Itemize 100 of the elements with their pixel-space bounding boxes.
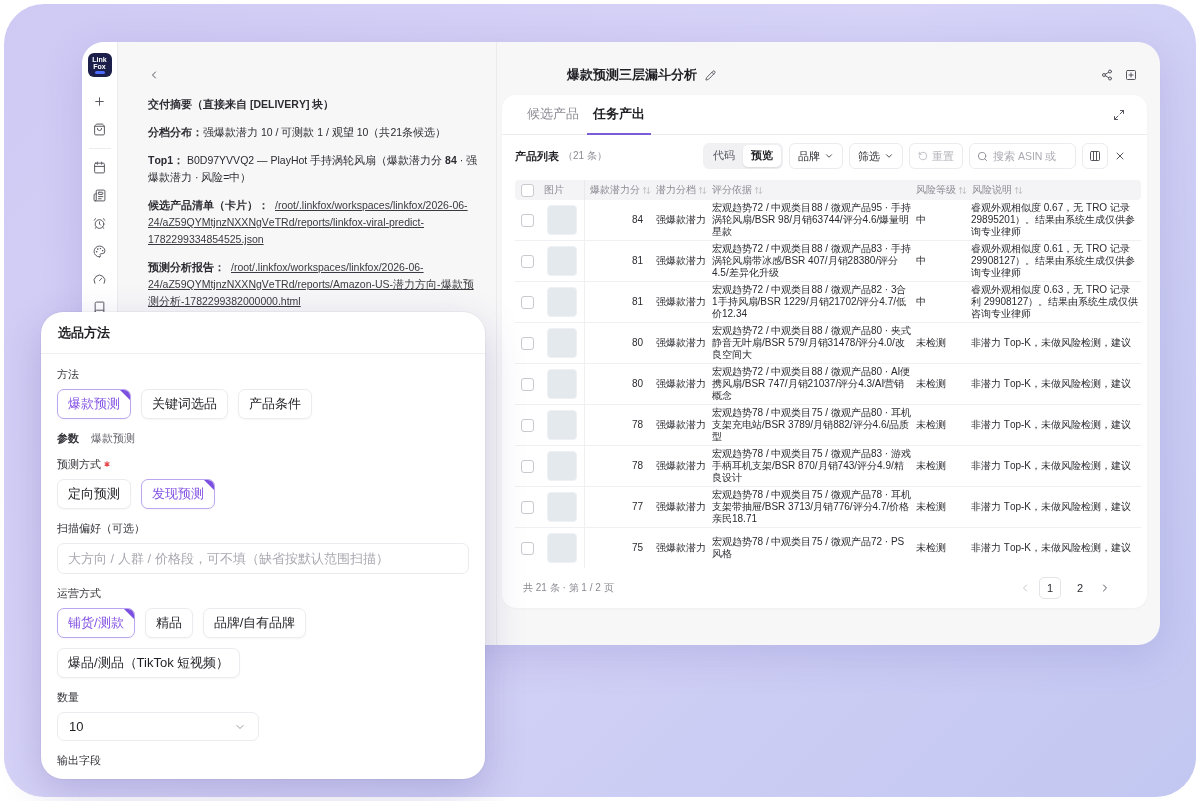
table-cell-text: 78: [630, 419, 644, 431]
option-chip[interactable]: 铺货/测款: [57, 608, 135, 638]
photo-placeholder: [546, 369, 577, 399]
table-cell-text: 宏观趋势72 / 中观类目88 / 微观产品80 · 夹式静音无叶扇/BSR 579/月销31478/评分4.0/改良空间大: [711, 325, 911, 361]
palette-icon[interactable]: [93, 244, 106, 258]
corner-mark-icon: [123, 609, 134, 619]
quantity-select[interactable]: 10: [57, 712, 259, 741]
corner-mark-icon: [204, 480, 214, 490]
gauge-icon[interactable]: [93, 272, 106, 286]
summary-text: 分档分布：强爆款潜力 10 / 可测款 1 / 观望 10（共21条候选）: [148, 125, 448, 140]
field-label: 运营方式: [57, 585, 101, 601]
table-cell-text: 非潜力 Top-K，未做风险检测，建议: [970, 419, 1132, 431]
shopping-bag-icon[interactable]: [93, 122, 106, 136]
columns-button[interactable]: [1082, 143, 1108, 169]
option-chip[interactable]: 爆品/测品（TikTok 短视频）: [57, 648, 241, 678]
search-field[interactable]: 搜索 ASIN 或: [969, 143, 1076, 169]
checkbox[interactable]: [520, 295, 534, 309]
photo-placeholder: [546, 410, 577, 440]
table-cell-text: 宏观趋势72 / 中观类目88 / 微观产品83 · 手持涡轮风扇带冰感/BSR 407/月销28380/评分4.5/差异化升级: [711, 243, 911, 279]
filter-dropdown[interactable]: 筛选: [849, 143, 903, 169]
photo-placeholder: [546, 246, 577, 276]
photo-placeholder: [546, 533, 577, 563]
table-cell-text: 非潜力 Top-K，未做风险检测，建议: [970, 501, 1132, 513]
checkbox[interactable]: [520, 459, 534, 473]
table-cell-text: 宏观趋势72 / 中观类目88 / 微观产品95 · 手持涡轮风扇/BSR 98/月销63744/评分4.6/爆量明星款: [711, 202, 911, 238]
table-cell-text: 84: [630, 214, 644, 226]
view-mode-tab[interactable]: 预览: [743, 145, 781, 167]
table-cell-text: 强爆款潜力: [655, 214, 707, 226]
table-cell-text: 中: [915, 214, 927, 226]
calendar-icon[interactable]: [93, 160, 106, 174]
pencil-icon[interactable]: [705, 69, 716, 81]
chevron-down-icon: [884, 151, 894, 161]
table-cell-text: 宏观趋势78 / 中观类目75 / 微观产品83 · 游戏手柄耳机支架/BSR 870/月销743/评分4.9/精良设计: [711, 448, 911, 484]
checkbox[interactable]: [520, 418, 534, 432]
checkbox[interactable]: [520, 254, 534, 268]
option-chip[interactable]: 品牌/自有品牌: [202, 608, 307, 638]
up-down-arrows-icon[interactable]: [698, 185, 707, 195]
table-cell-text: 宏观趋势72 / 中观类目88 / 微观产品80 · AI便携风扇/BSR 747/月销21037/评分4.3/AI营销概念: [711, 366, 911, 402]
table-cell-text: 未检测: [915, 501, 947, 513]
table-cell-text: 强爆款潜力: [655, 378, 707, 390]
square-plus-icon[interactable]: [1125, 69, 1137, 81]
field-label: 扫描偏好（可选）: [57, 520, 145, 536]
photo-placeholder: [546, 205, 577, 235]
page-title: 爆款预测三层漏斗分析: [567, 66, 697, 84]
option-chip[interactable]: 爆款预测: [57, 389, 131, 419]
book-icon[interactable]: [93, 300, 106, 314]
table-cell-text: 非潜力 Top-K，未做风险检测，建议: [970, 378, 1132, 390]
close-icon[interactable]: [1114, 150, 1126, 162]
table-cell-text: 未检测: [915, 337, 947, 349]
field-label: 数量: [57, 689, 79, 705]
up-down-arrows-icon[interactable]: [1014, 185, 1023, 195]
filter-dropdown[interactable]: 品牌: [789, 143, 843, 169]
table-cell-text: 81: [630, 296, 644, 308]
table-cell-text: 强爆款潜力: [655, 296, 707, 308]
table-cell-text: 77: [630, 501, 644, 513]
expand-icon[interactable]: [1113, 108, 1125, 121]
plus-icon[interactable]: [93, 94, 106, 108]
option-chip[interactable]: 产品条件: [238, 389, 312, 419]
option-chip[interactable]: 发现预测: [141, 479, 215, 509]
panel-title: 选品方法: [58, 323, 110, 342]
tab[interactable]: 候选产品: [521, 95, 585, 135]
page-button[interactable]: 1: [1039, 577, 1061, 599]
tab[interactable]: 任务产出: [587, 95, 651, 135]
field-label: 预测方式: [57, 456, 101, 472]
table-cell-text: 宏观趋势78 / 中观类目75 / 微观产品72 · PS风格: [711, 536, 906, 560]
search-icon: [977, 150, 988, 162]
table-cell-text: 非潜力 Top-K，未做风险检测，建议: [970, 460, 1132, 472]
page-summary: 共 21 条 · 第 1 / 2 页: [523, 581, 614, 595]
up-down-arrows-icon[interactable]: [642, 185, 651, 195]
newspaper-icon[interactable]: [93, 188, 106, 202]
option-chip[interactable]: 关键词选品: [141, 389, 228, 419]
checkbox[interactable]: [520, 213, 534, 227]
photo-placeholder: [546, 451, 577, 481]
rotate-icon: [918, 151, 928, 161]
section-heading: 交付摘要（直接来自 [DELIVERY] 块）: [148, 97, 336, 112]
table-cell-text: 强爆款潜力: [655, 501, 707, 513]
photo-placeholder: [546, 328, 577, 358]
table-cell-text: 未检测: [915, 542, 947, 554]
option-chip[interactable]: 定向预测: [57, 479, 131, 509]
table-cell-text: 未检测: [915, 419, 947, 431]
option-chip[interactable]: 精品: [144, 608, 193, 638]
table-cell-text: 中: [915, 296, 927, 308]
table-cell-text: 78: [630, 460, 644, 472]
view-mode-tab[interactable]: 代码: [705, 145, 743, 167]
table-cell-text: 75: [630, 542, 644, 554]
checkbox[interactable]: [520, 377, 534, 391]
alarm-clock-icon[interactable]: [93, 216, 106, 230]
checkbox[interactable]: [520, 541, 534, 555]
checkbox[interactable]: [520, 336, 534, 350]
file-reference-text: 预测分析报告： /root/.linkfox/workspaces/linkfox/2026-06-24/aZ59QYMtjnzNXXNgVeTRd/reports/Amazon-US-潜力方向-爆款预测分析-1782299382000000.html: [148, 260, 475, 309]
up-down-arrows-icon[interactable]: [754, 185, 763, 195]
input-field[interactable]: 大方向 / 人群 / 价格段，可不填（缺省按默认范围扫描）: [57, 543, 469, 574]
table-cell-text: 80: [630, 337, 644, 349]
table-cell-text: 强爆款潜力: [655, 337, 707, 349]
checkbox[interactable]: [520, 500, 534, 514]
share-icon[interactable]: [1101, 69, 1113, 81]
checkbox[interactable]: [520, 183, 534, 197]
up-down-arrows-icon[interactable]: [958, 185, 967, 195]
field-label: 方法: [57, 366, 79, 382]
table-cell-text: 非潜力 Top-K，未做风险检测，建议: [970, 542, 1132, 554]
